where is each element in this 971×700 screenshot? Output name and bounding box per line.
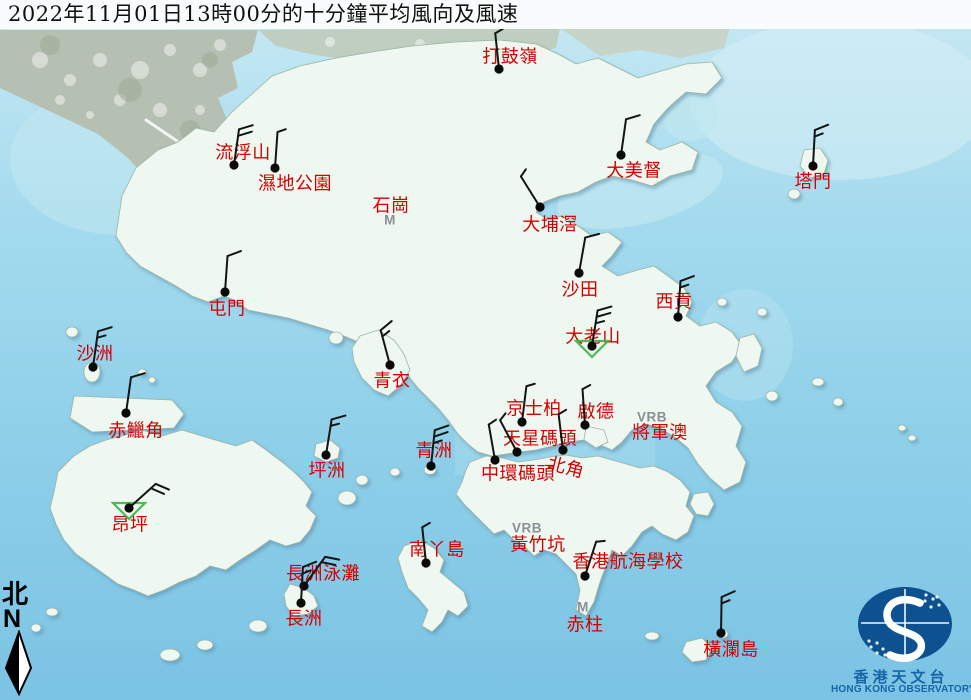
hko-logo-icon	[831, 583, 971, 665]
hko-logo: 香港天文台 HONG KONG OBSERVATORY	[831, 583, 971, 700]
map-title: 2022年11月01日13時00分的十分鐘平均風向及風速	[0, 0, 971, 29]
compass-north-letter: N	[3, 608, 42, 630]
north-compass: 北 N	[2, 582, 42, 700]
hko-logo-name-en: HONG KONG OBSERVATORY	[831, 684, 971, 695]
map-background	[0, 0, 971, 700]
wind-map-screen: 打鼓嶺流浮山濕地公園石崗M大埔滘大美督塔門屯門沙洲赤鱲角青衣沙田西貢大老山京士柏…	[0, 0, 971, 700]
compass-arrow-icon	[2, 630, 36, 696]
